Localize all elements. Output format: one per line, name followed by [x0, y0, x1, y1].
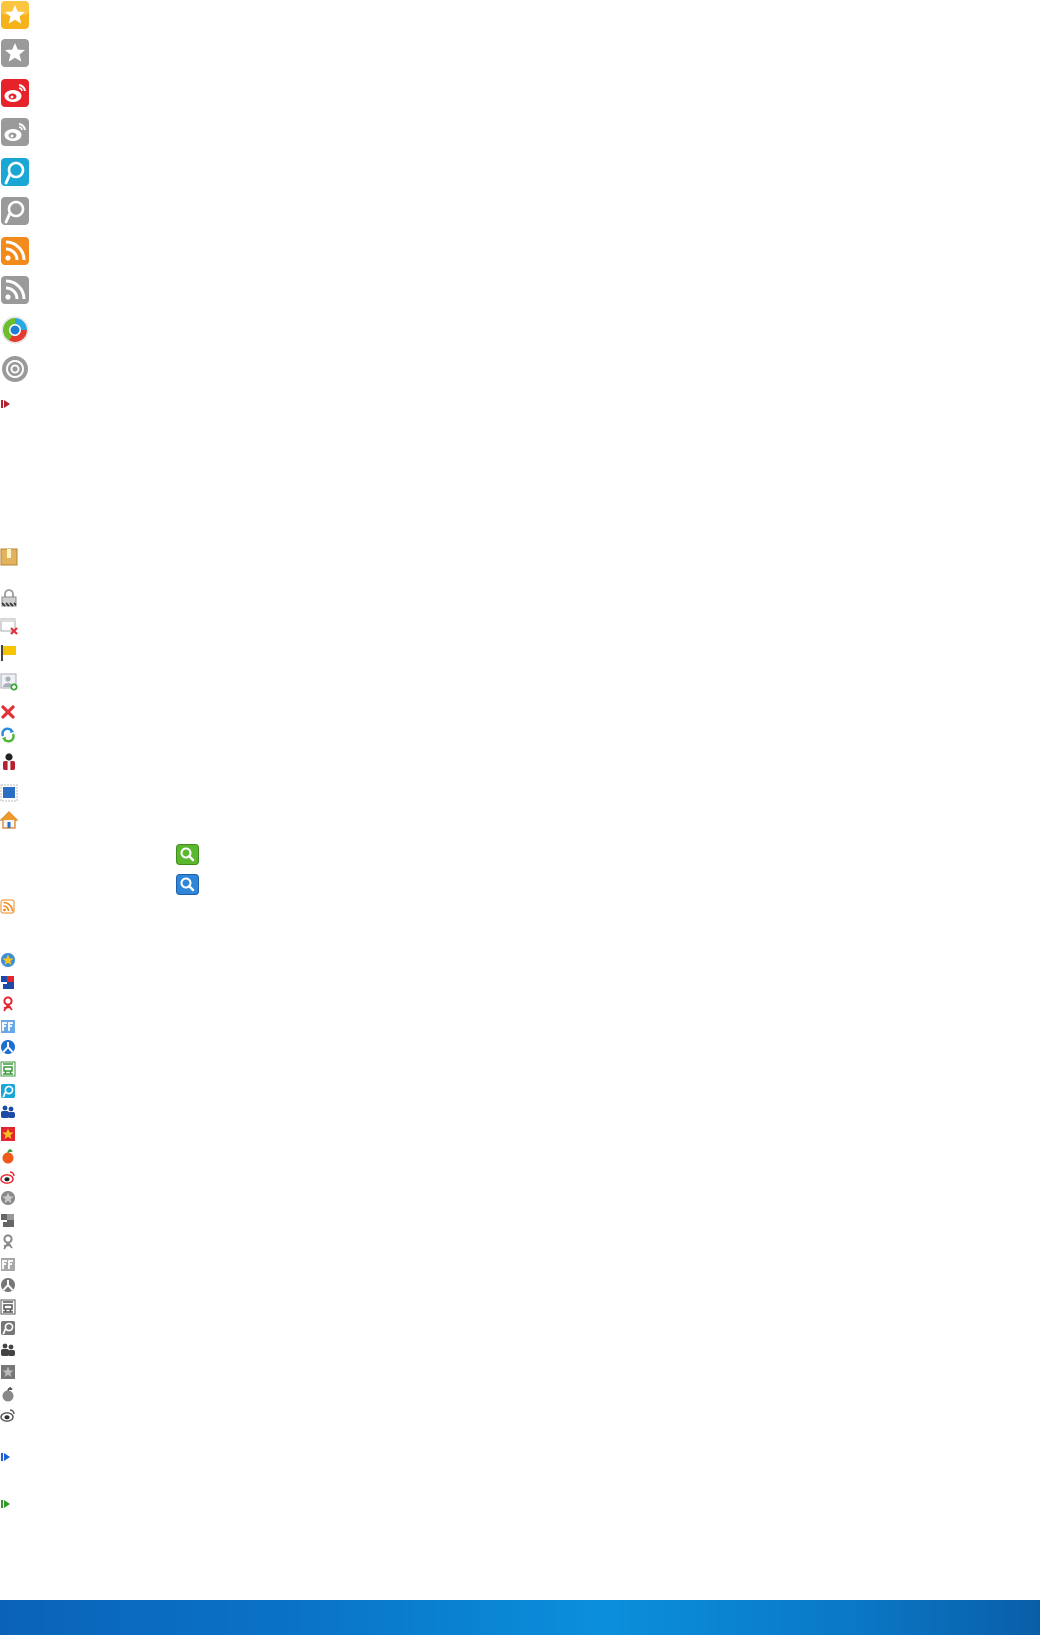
rss-icon [0, 275, 30, 305]
renren-icon [0, 974, 16, 990]
gradient-bar [0, 1600, 1040, 1635]
flag-icon [0, 644, 18, 662]
lock-icon [0, 589, 18, 607]
user-icon [0, 752, 18, 770]
weibo-small-icon [0, 1407, 16, 1423]
ff-icon [0, 1018, 16, 1034]
rss-icon [0, 236, 30, 266]
tencent-icon [0, 354, 30, 384]
arrow-right-icon [0, 1451, 12, 1463]
star-square-icon [0, 1364, 16, 1380]
star-square-icon [0, 1126, 16, 1142]
rss-small-icon [0, 899, 16, 915]
kaixin-icon [0, 1234, 16, 1250]
search-button-blue[interactable] [176, 874, 199, 895]
star-icon [0, 38, 30, 68]
weibo-small-icon [0, 1169, 16, 1185]
package-icon [0, 548, 18, 566]
renren-icon [0, 1212, 16, 1228]
arrow-right-icon [0, 1498, 12, 1510]
p-small-icon [0, 1320, 16, 1336]
p-logo-icon [0, 157, 30, 187]
douban-icon [0, 1061, 16, 1077]
star-icon [0, 0, 30, 30]
arrow-right-icon [0, 398, 12, 410]
douban-icon [0, 1299, 16, 1315]
group-icon [0, 1104, 16, 1120]
add-user-icon [0, 673, 18, 691]
home-icon [0, 811, 18, 829]
star-circle-icon [0, 952, 16, 968]
p-small-icon [0, 1083, 16, 1099]
weibo-icon [0, 78, 30, 108]
apple-icon [0, 1148, 16, 1164]
people-icon [0, 1039, 16, 1055]
tencent-icon [0, 315, 30, 345]
weibo-icon [0, 117, 30, 147]
search-button-green[interactable] [176, 844, 199, 865]
apple-icon [0, 1386, 16, 1402]
window-close-icon [0, 617, 18, 635]
window-icon [0, 784, 18, 802]
group-icon [0, 1342, 16, 1358]
close-icon [0, 704, 16, 720]
people-icon [0, 1277, 16, 1293]
refresh-icon [0, 727, 16, 743]
p-logo-icon [0, 196, 30, 226]
ff-icon [0, 1256, 16, 1272]
kaixin-icon [0, 996, 16, 1012]
star-circle-icon [0, 1190, 16, 1206]
